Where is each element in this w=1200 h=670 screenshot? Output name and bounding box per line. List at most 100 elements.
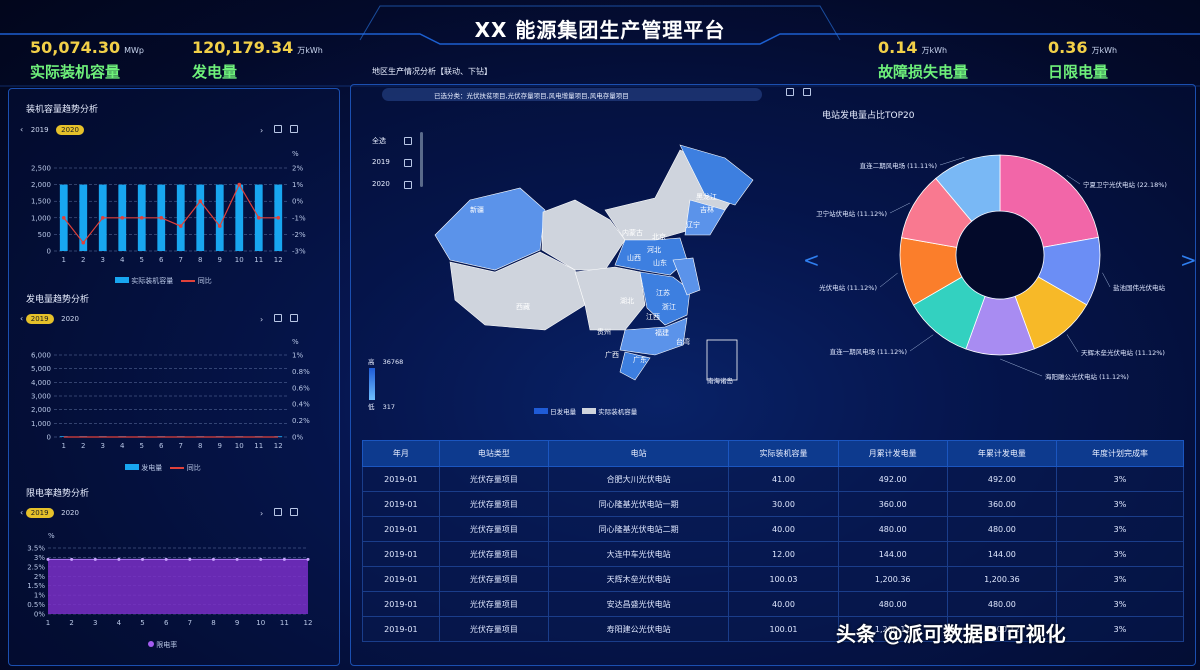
year-2020[interactable]: 2020 bbox=[56, 314, 84, 324]
legend-swatch-daily bbox=[534, 408, 548, 414]
donut-title: 电站发电量占比TOP20 bbox=[822, 111, 915, 121]
next-arrow-icon[interactable]: › bbox=[260, 509, 263, 518]
table-row[interactable]: 2019-01 光伏存量项目 同心隆基光伏电站二期 40.00 480.00 480.00… bbox=[362, 516, 1184, 542]
y2-tick-label: -3% bbox=[292, 248, 306, 256]
x-tick-label: 7 bbox=[179, 442, 183, 450]
legend-daily-generation[interactable]: 日发电量 bbox=[550, 408, 576, 416]
prev-arrow-icon[interactable]: ‹ bbox=[20, 508, 23, 517]
export-icon[interactable] bbox=[290, 125, 299, 133]
y-tick-label: 0 bbox=[47, 434, 51, 442]
china-map[interactable] bbox=[425, 140, 755, 390]
copy-icon[interactable] bbox=[786, 88, 794, 96]
copy-icon[interactable] bbox=[273, 314, 282, 322]
legend-swatch-capacity bbox=[582, 408, 597, 414]
x-tick-label: 3 bbox=[101, 256, 105, 264]
prev-arrow-icon[interactable]: ‹ bbox=[20, 314, 23, 323]
map-label-xizang: 西藏 bbox=[516, 303, 530, 311]
y2-tick-label: 0.8% bbox=[292, 368, 310, 376]
filter-list: 全选 2019 2020 bbox=[372, 136, 412, 202]
region-sichuan[interactable] bbox=[574, 266, 646, 331]
table-cell: 3% bbox=[1055, 541, 1184, 567]
y-tick-label: 5,000 bbox=[31, 365, 51, 373]
next-arrow-icon[interactable]: › bbox=[260, 315, 263, 324]
export-icon[interactable] bbox=[290, 314, 299, 322]
filter-option-label: 全选 bbox=[372, 137, 386, 145]
prev-arrow-icon[interactable]: ‹ bbox=[20, 125, 23, 134]
col-type[interactable]: 电站类型 bbox=[438, 440, 549, 467]
table-row[interactable]: 2019-01 光伏存量项目 安达昌盛光伏电站 40.00 480.00 480.00 3% bbox=[362, 591, 1184, 617]
capacity-legend: 实际装机容量 同比 bbox=[115, 276, 212, 286]
x-tick-label: 12 bbox=[274, 256, 283, 264]
area-curtail bbox=[48, 559, 308, 614]
y-tick-label: 4,000 bbox=[31, 379, 51, 387]
y2-tick-label: 0.2% bbox=[292, 417, 310, 425]
point-yoy bbox=[120, 216, 125, 220]
kpi-fault-loss: 0.14 万kWh 故障损失电量 bbox=[878, 38, 968, 82]
copy-icon[interactable] bbox=[273, 125, 282, 133]
point-curtail bbox=[164, 557, 168, 561]
filter-option-2019[interactable]: 2019 bbox=[372, 158, 412, 180]
table-cell: 360.00 bbox=[946, 491, 1057, 517]
curtail-chart: %3.5%3%2.5%2%1.5%1%0.5%0%1 2 3 4 5 6 7 8 9 10 11 12 bbox=[27, 532, 312, 627]
y-tick-label: 3.5% bbox=[27, 545, 45, 553]
x-tick-label: 3 bbox=[101, 442, 105, 450]
year-2020[interactable]: 2020 bbox=[56, 508, 84, 518]
filter-option-all[interactable]: 全选 bbox=[372, 136, 412, 158]
next-arrow-icon[interactable]: › bbox=[260, 126, 263, 135]
legend-swatch-dot bbox=[148, 641, 154, 647]
x-tick-label: 5 bbox=[140, 256, 144, 264]
generation-title: 发电量趋势分析 bbox=[26, 295, 90, 305]
point-curtail bbox=[70, 557, 74, 561]
checkbox-icon[interactable] bbox=[404, 159, 412, 167]
kpi-capacity-unit: MWp bbox=[124, 46, 144, 55]
table-cell: 480.00 bbox=[946, 591, 1057, 617]
col-month-gen[interactable]: 月累计发电量 bbox=[837, 440, 948, 467]
table-row[interactable]: 2019-01 光伏存量项目 同心隆基光伏电站一期 30.00 360.00 360.00… bbox=[362, 491, 1184, 517]
table-cell: 光伏存量项目 bbox=[438, 466, 549, 492]
filter-option-label: 2019 bbox=[372, 158, 390, 166]
table-cell: 光伏存量项目 bbox=[438, 491, 549, 517]
x-tick-label: 4 bbox=[120, 256, 125, 264]
year-2019[interactable]: 2019 bbox=[25, 314, 54, 324]
table-cell: 光伏存量项目 bbox=[438, 591, 549, 617]
map-label-jiangsu: 江苏 bbox=[656, 289, 670, 297]
map-label-zhejiang: 浙江 bbox=[662, 303, 676, 311]
table-cell: 40.00 bbox=[728, 516, 839, 542]
year-2019[interactable]: 2019 bbox=[25, 508, 54, 518]
col-year-gen[interactable]: 年累计发电量 bbox=[946, 440, 1057, 467]
filter-option-2020[interactable]: 2020 bbox=[372, 180, 412, 202]
donut-label: 光伏电站 (11.12%) bbox=[819, 283, 877, 292]
y2-tick-label: 0.4% bbox=[292, 401, 310, 409]
map-label-guangdong: 广东 bbox=[633, 356, 647, 364]
col-capacity[interactable]: 实际装机容量 bbox=[728, 440, 839, 467]
y-tick-label: 3,000 bbox=[31, 393, 51, 401]
col-station[interactable]: 电站 bbox=[547, 440, 730, 467]
legend-actual-capacity[interactable]: 实际装机容量 bbox=[598, 408, 637, 416]
table-row[interactable]: 2019-01 光伏存量项目 合肥大川光伏电站 41.00 492.00 492.00 3% bbox=[362, 466, 1184, 492]
year-2020[interactable]: 2020 bbox=[56, 125, 84, 135]
map-legend-high: 高 36768 bbox=[368, 356, 403, 366]
filter-bar[interactable]: 已选分类：光伏扶贫项目,光伏存量项目,风电增量项目,风电存量项目 bbox=[382, 88, 762, 101]
legend-yoy: 同比 bbox=[197, 277, 212, 285]
export-icon[interactable] bbox=[290, 508, 299, 516]
table-row[interactable]: 2019-01 光伏存量项目 大连中车光伏电站 12.00 144.00 144.00 3% bbox=[362, 541, 1184, 567]
map-label-liaoning: 辽宁 bbox=[686, 221, 700, 229]
map-label-guizhou: 贵州 bbox=[597, 328, 611, 336]
map-label-fujian: 福建 bbox=[655, 329, 669, 337]
checkbox-icon[interactable] bbox=[404, 137, 412, 145]
donut-chart[interactable]: 宁夏卫宁光伏电站 (22.18%) 盐池国伟光伏电站天辉木垒光伏电站 (11.12… bbox=[810, 130, 1200, 390]
map-label-jiangxi: 江西 bbox=[646, 313, 660, 321]
year-2019[interactable]: 2019 bbox=[26, 125, 54, 135]
checkbox-icon[interactable] bbox=[404, 181, 412, 189]
y-tick-label: 2.5% bbox=[27, 563, 45, 571]
col-month[interactable]: 年月 bbox=[362, 440, 440, 467]
table-row[interactable]: 2019-01 光伏存量项目 天辉木垒光伏电站 100.03 1,200.36 1,200… bbox=[362, 566, 1184, 592]
col-completion[interactable]: 年度计划完成率 bbox=[1055, 440, 1184, 467]
x-tick-label: 4 bbox=[117, 619, 122, 627]
export-icon[interactable] bbox=[802, 88, 811, 96]
filter-scrollbar[interactable] bbox=[420, 132, 423, 187]
table-cell: 3% bbox=[1055, 466, 1184, 492]
donut-label: 直连一期风电场 (11.12%) bbox=[830, 347, 907, 356]
copy-icon[interactable] bbox=[273, 508, 282, 516]
curtail-legend: 限电率 bbox=[148, 640, 177, 650]
